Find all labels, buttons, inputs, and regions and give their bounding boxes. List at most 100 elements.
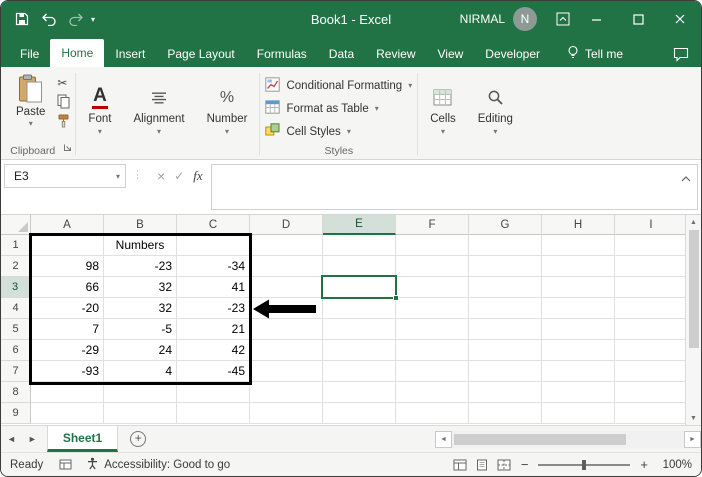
row-header-7[interactable]: 7: [1, 361, 31, 382]
column-header-F[interactable]: F: [396, 215, 469, 235]
cell-D3[interactable]: [250, 277, 323, 298]
editing-group-button[interactable]: Editing ▾: [467, 69, 524, 159]
row-header-8[interactable]: 8: [1, 382, 31, 403]
cell-D5[interactable]: [250, 319, 323, 340]
cell-G2[interactable]: [469, 256, 542, 277]
row-header-9[interactable]: 9: [1, 403, 31, 424]
cell-H9[interactable]: [542, 403, 615, 424]
select-all-button[interactable]: [1, 215, 31, 235]
cell-H4[interactable]: [542, 298, 615, 319]
minimize-button[interactable]: [575, 1, 617, 37]
cell-I7[interactable]: [615, 361, 688, 382]
cell-B1[interactable]: Numbers: [104, 235, 177, 256]
page-layout-view-button[interactable]: [475, 459, 489, 471]
row-header-1[interactable]: 1: [1, 235, 31, 256]
cell-D7[interactable]: [250, 361, 323, 382]
cell-H8[interactable]: [542, 382, 615, 403]
horizontal-scroll-track[interactable]: [452, 430, 684, 448]
cell-D1[interactable]: [250, 235, 323, 256]
customize-qat-chevron-icon[interactable]: ▾: [91, 15, 105, 24]
cell-E1[interactable]: [323, 235, 396, 256]
cell-F6[interactable]: [396, 340, 469, 361]
cell-styles-button[interactable]: Cell Styles ▾: [265, 120, 412, 143]
row-header-6[interactable]: 6: [1, 340, 31, 361]
column-header-B[interactable]: B: [104, 215, 177, 235]
redo-icon[interactable]: [64, 6, 88, 32]
insert-function-icon[interactable]: fx: [193, 168, 202, 184]
cell-A1[interactable]: [31, 235, 104, 256]
cell-E9[interactable]: [323, 403, 396, 424]
column-header-I[interactable]: I: [615, 215, 688, 235]
cell-G6[interactable]: [469, 340, 542, 361]
font-group-button[interactable]: A Font ▾: [77, 69, 122, 159]
tell-me-box[interactable]: Tell me: [567, 41, 623, 67]
alignment-group-button[interactable]: Alignment ▾: [122, 69, 195, 159]
cell-C3[interactable]: 41: [177, 277, 250, 298]
cell-I5[interactable]: [615, 319, 688, 340]
cell-B2[interactable]: -23: [104, 256, 177, 277]
zoom-thumb[interactable]: [582, 459, 587, 470]
format-painter-icon[interactable]: [57, 113, 70, 128]
accessibility-status[interactable]: Accessibility: Good to go: [86, 457, 230, 473]
normal-view-button[interactable]: [453, 459, 467, 471]
cell-B8[interactable]: [104, 382, 177, 403]
column-header-C[interactable]: C: [177, 215, 250, 235]
row-header-3[interactable]: 3: [1, 277, 31, 298]
scroll-left-icon[interactable]: ◄: [435, 430, 452, 448]
zoom-out-button[interactable]: −: [519, 457, 531, 472]
enter-icon[interactable]: ✓: [174, 169, 184, 183]
cell-D8[interactable]: [250, 382, 323, 403]
save-icon[interactable]: [10, 6, 34, 32]
cell-G7[interactable]: [469, 361, 542, 382]
cell-G1[interactable]: [469, 235, 542, 256]
cell-E6[interactable]: [323, 340, 396, 361]
cell-F9[interactable]: [396, 403, 469, 424]
row-header-5[interactable]: 5: [1, 319, 31, 340]
cell-C6[interactable]: 42: [177, 340, 250, 361]
scroll-right-icon[interactable]: ►: [684, 430, 701, 448]
cell-A9[interactable]: [31, 403, 104, 424]
scroll-up-icon[interactable]: ▲: [686, 215, 701, 229]
tab-home[interactable]: Home: [50, 39, 105, 67]
cell-I6[interactable]: [615, 340, 688, 361]
cell-E7[interactable]: [323, 361, 396, 382]
tab-formulas[interactable]: Formulas: [246, 41, 318, 67]
cell-C7[interactable]: -45: [177, 361, 250, 382]
tab-view[interactable]: View: [427, 41, 475, 67]
column-header-E[interactable]: E: [323, 215, 396, 235]
sheet-nav-left-icon[interactable]: ◄: [1, 434, 22, 444]
cell-H3[interactable]: [542, 277, 615, 298]
column-header-G[interactable]: G: [469, 215, 542, 235]
formula-input[interactable]: [210, 164, 698, 210]
cell-G3[interactable]: [469, 277, 542, 298]
tab-file[interactable]: File: [9, 41, 50, 67]
cell-H7[interactable]: [542, 361, 615, 382]
cell-B6[interactable]: 24: [104, 340, 177, 361]
cell-B4[interactable]: 32: [104, 298, 177, 319]
cell-C2[interactable]: -34: [177, 256, 250, 277]
zoom-level[interactable]: 100%: [660, 459, 692, 471]
format-as-table-button[interactable]: Format as Table ▾: [265, 97, 412, 120]
cell-C5[interactable]: 21: [177, 319, 250, 340]
horizontal-scroll-thumb[interactable]: [454, 433, 626, 445]
cell-C9[interactable]: [177, 403, 250, 424]
cell-A4[interactable]: -20: [31, 298, 104, 319]
new-sheet-button[interactable]: +: [130, 431, 147, 447]
column-header-H[interactable]: H: [542, 215, 615, 235]
cell-C8[interactable]: [177, 382, 250, 403]
cell-E3[interactable]: [323, 277, 396, 298]
page-break-view-button[interactable]: [497, 459, 511, 471]
clipboard-dialog-launcher-icon[interactable]: [63, 139, 72, 157]
user-name[interactable]: NIRMAL: [460, 12, 505, 26]
copy-icon[interactable]: [57, 94, 70, 109]
tab-review[interactable]: Review: [365, 41, 426, 67]
cell-I1[interactable]: [615, 235, 688, 256]
formula-bar-expand-icon[interactable]: [681, 171, 691, 185]
cell-G9[interactable]: [469, 403, 542, 424]
cell-I9[interactable]: [615, 403, 688, 424]
cancel-icon[interactable]: ×: [157, 168, 165, 184]
vertical-scroll-thumb[interactable]: [688, 230, 699, 348]
cell-D6[interactable]: [250, 340, 323, 361]
cell-H5[interactable]: [542, 319, 615, 340]
row-header-2[interactable]: 2: [1, 256, 31, 277]
